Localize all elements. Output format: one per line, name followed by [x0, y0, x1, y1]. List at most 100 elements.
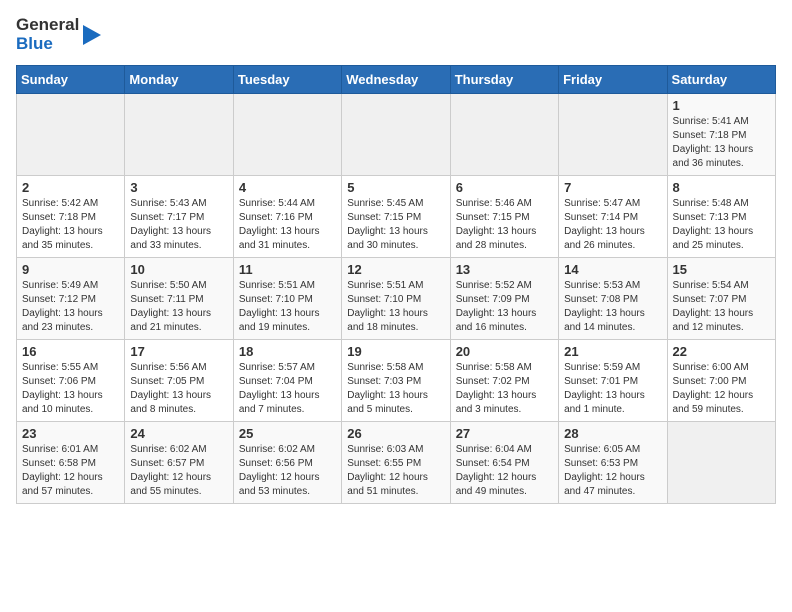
day-info: Sunrise: 5:49 AM Sunset: 7:12 PM Dayligh… [22, 279, 119, 335]
page-header: General Blue [16, 16, 776, 53]
day-number: 28 [564, 426, 661, 441]
calendar-header-tuesday: Tuesday [233, 66, 341, 94]
day-number: 9 [22, 262, 119, 277]
day-number: 4 [239, 180, 336, 195]
day-info: Sunrise: 5:59 AM Sunset: 7:01 PM Dayligh… [564, 361, 661, 417]
day-info: Sunrise: 5:54 AM Sunset: 7:07 PM Dayligh… [673, 279, 770, 335]
calendar-cell: 21 Sunrise: 5:59 AM Sunset: 7:01 PM Dayli… [559, 340, 667, 422]
day-info: Sunrise: 5:51 AM Sunset: 7:10 PM Dayligh… [239, 279, 336, 335]
calendar-header-friday: Friday [559, 66, 667, 94]
calendar-week-3: 9 Sunrise: 5:49 AM Sunset: 7:12 PM Daylig… [17, 258, 776, 340]
calendar-cell: 16 Sunrise: 5:55 AM Sunset: 7:06 PM Dayli… [17, 340, 125, 422]
calendar-cell: 2 Sunrise: 5:42 AM Sunset: 7:18 PM Daylig… [17, 176, 125, 258]
day-info: Sunrise: 5:51 AM Sunset: 7:10 PM Dayligh… [347, 279, 444, 335]
day-number: 1 [673, 98, 770, 113]
day-number: 18 [239, 344, 336, 359]
calendar-cell: 25 Sunrise: 6:02 AM Sunset: 6:56 PM Dayli… [233, 422, 341, 504]
day-number: 16 [22, 344, 119, 359]
day-number: 10 [130, 262, 227, 277]
day-number: 21 [564, 344, 661, 359]
day-number: 26 [347, 426, 444, 441]
day-number: 12 [347, 262, 444, 277]
day-info: Sunrise: 5:52 AM Sunset: 7:09 PM Dayligh… [456, 279, 553, 335]
logo-arrow-icon [81, 21, 103, 49]
day-number: 11 [239, 262, 336, 277]
day-info: Sunrise: 6:01 AM Sunset: 6:58 PM Dayligh… [22, 443, 119, 499]
day-number: 20 [456, 344, 553, 359]
logo-general-text: General [16, 16, 79, 35]
day-info: Sunrise: 5:58 AM Sunset: 7:02 PM Dayligh… [456, 361, 553, 417]
day-info: Sunrise: 5:45 AM Sunset: 7:15 PM Dayligh… [347, 197, 444, 253]
day-info: Sunrise: 6:04 AM Sunset: 6:54 PM Dayligh… [456, 443, 553, 499]
day-number: 22 [673, 344, 770, 359]
calendar-cell: 17 Sunrise: 5:56 AM Sunset: 7:05 PM Dayli… [125, 340, 233, 422]
day-number: 19 [347, 344, 444, 359]
day-number: 7 [564, 180, 661, 195]
day-number: 13 [456, 262, 553, 277]
calendar-cell: 14 Sunrise: 5:53 AM Sunset: 7:08 PM Dayli… [559, 258, 667, 340]
day-info: Sunrise: 6:02 AM Sunset: 6:56 PM Dayligh… [239, 443, 336, 499]
calendar-cell [342, 94, 450, 176]
calendar-cell: 24 Sunrise: 6:02 AM Sunset: 6:57 PM Dayli… [125, 422, 233, 504]
calendar-cell [233, 94, 341, 176]
calendar-week-2: 2 Sunrise: 5:42 AM Sunset: 7:18 PM Daylig… [17, 176, 776, 258]
calendar-cell: 10 Sunrise: 5:50 AM Sunset: 7:11 PM Dayli… [125, 258, 233, 340]
day-info: Sunrise: 5:43 AM Sunset: 7:17 PM Dayligh… [130, 197, 227, 253]
day-number: 14 [564, 262, 661, 277]
day-number: 27 [456, 426, 553, 441]
calendar-cell: 28 Sunrise: 6:05 AM Sunset: 6:53 PM Dayli… [559, 422, 667, 504]
calendar-header-monday: Monday [125, 66, 233, 94]
calendar-cell: 22 Sunrise: 6:00 AM Sunset: 7:00 PM Dayli… [667, 340, 775, 422]
day-info: Sunrise: 5:44 AM Sunset: 7:16 PM Dayligh… [239, 197, 336, 253]
day-info: Sunrise: 6:05 AM Sunset: 6:53 PM Dayligh… [564, 443, 661, 499]
calendar-week-5: 23 Sunrise: 6:01 AM Sunset: 6:58 PM Dayli… [17, 422, 776, 504]
calendar-cell: 5 Sunrise: 5:45 AM Sunset: 7:15 PM Daylig… [342, 176, 450, 258]
calendar-cell: 12 Sunrise: 5:51 AM Sunset: 7:10 PM Dayli… [342, 258, 450, 340]
day-number: 17 [130, 344, 227, 359]
day-info: Sunrise: 5:47 AM Sunset: 7:14 PM Dayligh… [564, 197, 661, 253]
day-info: Sunrise: 5:50 AM Sunset: 7:11 PM Dayligh… [130, 279, 227, 335]
day-info: Sunrise: 5:56 AM Sunset: 7:05 PM Dayligh… [130, 361, 227, 417]
day-info: Sunrise: 5:53 AM Sunset: 7:08 PM Dayligh… [564, 279, 661, 335]
day-info: Sunrise: 6:02 AM Sunset: 6:57 PM Dayligh… [130, 443, 227, 499]
day-info: Sunrise: 5:55 AM Sunset: 7:06 PM Dayligh… [22, 361, 119, 417]
calendar-week-4: 16 Sunrise: 5:55 AM Sunset: 7:06 PM Dayli… [17, 340, 776, 422]
calendar-header-saturday: Saturday [667, 66, 775, 94]
calendar-header-thursday: Thursday [450, 66, 558, 94]
day-number: 2 [22, 180, 119, 195]
calendar-cell: 4 Sunrise: 5:44 AM Sunset: 7:16 PM Daylig… [233, 176, 341, 258]
day-info: Sunrise: 5:41 AM Sunset: 7:18 PM Dayligh… [673, 115, 770, 171]
day-info: Sunrise: 5:57 AM Sunset: 7:04 PM Dayligh… [239, 361, 336, 417]
day-info: Sunrise: 6:03 AM Sunset: 6:55 PM Dayligh… [347, 443, 444, 499]
day-info: Sunrise: 5:46 AM Sunset: 7:15 PM Dayligh… [456, 197, 553, 253]
calendar-cell: 1 Sunrise: 5:41 AM Sunset: 7:18 PM Daylig… [667, 94, 775, 176]
calendar-cell: 11 Sunrise: 5:51 AM Sunset: 7:10 PM Dayli… [233, 258, 341, 340]
calendar-cell: 8 Sunrise: 5:48 AM Sunset: 7:13 PM Daylig… [667, 176, 775, 258]
calendar-cell [559, 94, 667, 176]
day-info: Sunrise: 5:42 AM Sunset: 7:18 PM Dayligh… [22, 197, 119, 253]
day-number: 5 [347, 180, 444, 195]
day-number: 25 [239, 426, 336, 441]
calendar-cell: 13 Sunrise: 5:52 AM Sunset: 7:09 PM Dayli… [450, 258, 558, 340]
calendar-cell: 9 Sunrise: 5:49 AM Sunset: 7:12 PM Daylig… [17, 258, 125, 340]
day-number: 24 [130, 426, 227, 441]
day-info: Sunrise: 6:00 AM Sunset: 7:00 PM Dayligh… [673, 361, 770, 417]
calendar-cell [125, 94, 233, 176]
day-info: Sunrise: 5:58 AM Sunset: 7:03 PM Dayligh… [347, 361, 444, 417]
calendar-cell [17, 94, 125, 176]
day-number: 6 [456, 180, 553, 195]
calendar-week-1: 1 Sunrise: 5:41 AM Sunset: 7:18 PM Daylig… [17, 94, 776, 176]
calendar-cell: 3Sunrise: 5:43 AM Sunset: 7:17 PM Daylig… [125, 176, 233, 258]
logo-blue-text: Blue [16, 35, 79, 54]
day-number: 15 [673, 262, 770, 277]
calendar-header-row: SundayMondayTuesdayWednesdayThursdayFrid… [17, 66, 776, 94]
calendar-cell: 18 Sunrise: 5:57 AM Sunset: 7:04 PM Dayli… [233, 340, 341, 422]
calendar-table: SundayMondayTuesdayWednesdayThursdayFrid… [16, 65, 776, 504]
day-number: 23 [22, 426, 119, 441]
calendar-cell [667, 422, 775, 504]
calendar-cell: 26 Sunrise: 6:03 AM Sunset: 6:55 PM Dayli… [342, 422, 450, 504]
day-info: Sunrise: 5:48 AM Sunset: 7:13 PM Dayligh… [673, 197, 770, 253]
calendar-cell: 23 Sunrise: 6:01 AM Sunset: 6:58 PM Dayli… [17, 422, 125, 504]
day-number: 8 [673, 180, 770, 195]
calendar-cell: 7 Sunrise: 5:47 AM Sunset: 7:14 PM Daylig… [559, 176, 667, 258]
